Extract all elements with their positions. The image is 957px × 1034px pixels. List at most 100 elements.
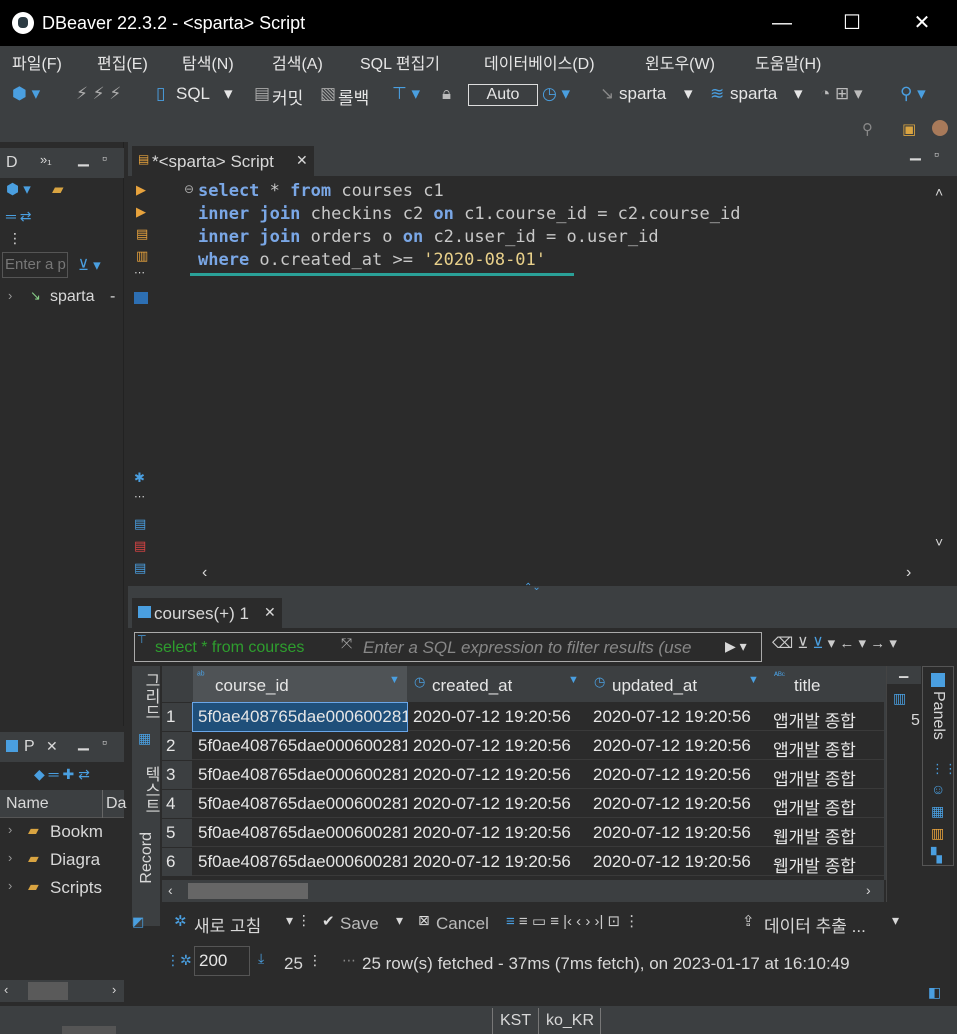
menu-help[interactable]: 도움말(H) xyxy=(755,50,821,74)
column-header-title[interactable]: ᴬᴮᶜ title xyxy=(768,666,884,702)
avatar[interactable] xyxy=(932,120,948,136)
import-icon[interactable]: ▤ xyxy=(134,538,146,554)
menu-edit[interactable]: 편집(E) xyxy=(97,50,148,74)
datasource-dropdown-icon[interactable]: ▾ xyxy=(684,84,693,104)
export-dropdown-icon[interactable]: ▾ xyxy=(892,912,899,929)
scroll-right-icon[interactable]: › xyxy=(112,982,116,997)
transaction-mode-icon[interactable]: ⊤ ▾ xyxy=(392,84,420,104)
row-number[interactable]: 6 xyxy=(162,848,192,876)
row-number[interactable]: 2 xyxy=(162,732,192,760)
sql-code[interactable]: select * from courses c1 inner join check… xyxy=(198,180,740,272)
dashboard-icon[interactable]: ◔ ⊞ ▾ xyxy=(820,84,863,104)
scroll-down-icon[interactable]: ˅ xyxy=(935,534,943,550)
sort-icon[interactable]: ▼ xyxy=(748,674,759,686)
panel-splitter[interactable]: ⌃⌄ xyxy=(128,582,957,594)
table-cell[interactable]: 5f0ae408765dae0006002816 xyxy=(193,848,407,876)
minimize-panel-icon[interactable]: ▁ xyxy=(78,150,89,167)
splitter-arrows-icon[interactable]: ⌃⌄ xyxy=(524,582,541,593)
navigator-tab[interactable]: D xyxy=(6,154,18,172)
panels-tab[interactable]: Panels xyxy=(929,691,947,740)
save-dropdown-icon[interactable]: ▾ xyxy=(396,912,403,929)
row-number[interactable]: 3 xyxy=(162,761,192,789)
scroll-left-icon[interactable]: ‹ xyxy=(168,882,173,898)
close-tab-icon[interactable]: ✕ xyxy=(264,604,276,621)
record-view-tab[interactable]: Record xyxy=(138,832,156,884)
terminal-icon[interactable] xyxy=(134,292,148,304)
table-row[interactable]: 4 5f0ae408765dae0006002817 2020-07-12 19:2… xyxy=(162,790,884,818)
expand-chevron-icon[interactable]: › xyxy=(8,822,12,837)
search-toolbar-icon[interactable]: ⚲ ▾ xyxy=(900,84,926,104)
explain-icon[interactable]: ▥ xyxy=(136,248,148,264)
menu-window[interactable]: 윈도우(W) xyxy=(645,50,715,74)
connect-icon[interactable]: ⚡ ⚡ ⚡ xyxy=(76,84,121,104)
execute-icon[interactable]: ▶ xyxy=(136,182,146,198)
minimize-editor-icon[interactable]: ▁ xyxy=(910,144,921,161)
schema-dropdown-icon[interactable]: ▾ xyxy=(794,84,803,104)
navigator-tab-overflow[interactable]: »₁ xyxy=(40,152,52,167)
table-cell[interactable]: 5f0ae408765dae0006002816 xyxy=(193,819,407,847)
new-connection-icon[interactable]: ⬢ ▾ xyxy=(6,180,31,198)
editor-hscroll[interactable]: ‹ › xyxy=(196,562,927,586)
table-row[interactable]: 1 5f0ae408765dae0006002817 2020-07-12 19:2… xyxy=(162,702,884,732)
expand-chevron-icon[interactable]: › xyxy=(8,288,12,303)
grid-view-tab[interactable]: 그리드 xyxy=(138,672,162,720)
table-cell[interactable]: 2020-07-12 19:20:56 xyxy=(408,790,586,818)
table-cell[interactable]: 앱개발 종합 xyxy=(768,761,884,789)
menu-file[interactable]: 파일(F) xyxy=(12,50,62,74)
table-cell[interactable]: 2020-07-12 19:20:56 xyxy=(588,790,766,818)
menu-search[interactable]: 검색(A) xyxy=(272,50,323,74)
auto-commit-button[interactable]: Auto xyxy=(468,84,538,106)
minimize-panel-icon[interactable]: ▁ xyxy=(899,664,908,678)
code-line[interactable]: inner join orders o on c2.user_id = o.us… xyxy=(198,226,740,249)
metadata-icon[interactable]: ⋮⋮ xyxy=(931,761,957,777)
close-tab-icon[interactable]: ✕ xyxy=(46,738,58,755)
code-line[interactable]: where o.created_at >= '2020-08-01' xyxy=(198,249,740,272)
expand-chevron-icon[interactable]: › xyxy=(8,878,12,893)
column-header-created-at[interactable]: ◷ created_at ▼ xyxy=(408,666,586,702)
history-icon[interactable]: ◷ ▾ xyxy=(542,84,570,104)
editor-tab[interactable]: ▤ *<sparta> Script ✕ xyxy=(132,146,314,176)
row-number[interactable]: 4 xyxy=(162,790,192,818)
table-cell[interactable]: 2020-07-12 19:20:56 xyxy=(408,732,586,760)
scroll-left-icon[interactable]: ‹ xyxy=(202,564,207,582)
calc-icon[interactable]: ▦ xyxy=(931,803,944,820)
table-row[interactable]: 3 5f0ae408765dae0006002817 2020-07-12 19:2… xyxy=(162,761,884,789)
table-cell[interactable]: 5f0ae408765dae0006002817 xyxy=(193,790,407,818)
project-item-scripts[interactable]: Scripts xyxy=(50,878,102,898)
cancel-button[interactable]: Cancel xyxy=(436,914,489,934)
layout-icon[interactable]: ◧ xyxy=(928,984,941,1001)
table-cell[interactable]: 웹개발 종합 xyxy=(768,848,884,876)
perspective-icon[interactable]: ▣ xyxy=(902,120,916,138)
column-name-header[interactable]: Name xyxy=(6,795,49,813)
apply-filter-icon[interactable]: ▶ ▾ xyxy=(725,638,747,655)
scroll-right-icon[interactable]: › xyxy=(906,564,911,582)
save-button[interactable]: Save xyxy=(340,914,379,934)
menu-navigate[interactable]: 탐색(N) xyxy=(182,50,234,74)
filter-icon[interactable]: ⊻ ▾ xyxy=(78,256,101,274)
chart-icon[interactable]: ▥ xyxy=(931,825,944,842)
more-icon[interactable]: ⋮ xyxy=(308,952,322,969)
maximize-panel-icon[interactable]: ▫ xyxy=(102,150,107,166)
table-cell[interactable]: 2020-07-12 19:20:56 xyxy=(408,761,586,789)
row-number[interactable]: 5 xyxy=(162,819,192,847)
export-icon[interactable]: ▤ xyxy=(134,516,146,532)
column-da-header[interactable]: Da xyxy=(106,795,126,813)
lock-icon[interactable]: 🔒︎ xyxy=(442,84,451,104)
table-cell[interactable]: 앱개발 종합 xyxy=(768,790,884,818)
grid-hscroll[interactable]: ‹ › xyxy=(162,880,884,902)
more-options-icon[interactable]: ⋮ xyxy=(8,230,22,247)
execute-new-tab-icon[interactable]: ▶ xyxy=(136,204,146,220)
search-icon[interactable]: ⚲ xyxy=(862,120,873,138)
execute-script-icon[interactable]: ▤ xyxy=(136,226,148,242)
table-cell[interactable]: 앱개발 종합 xyxy=(768,703,884,731)
more-icon[interactable]: ⋯ xyxy=(134,490,145,503)
table-cell[interactable]: 앱개발 종합 xyxy=(768,732,884,760)
value-panel-icon[interactable]: ▥ xyxy=(893,690,906,707)
column-header-course-id[interactable]: ᵃᵇ course_id ▼ xyxy=(193,666,407,702)
sort-icon[interactable]: ▼ xyxy=(389,674,400,686)
commit-button[interactable]: 커밋 xyxy=(272,84,303,109)
expand-filter-icon[interactable]: ⤧ xyxy=(341,635,352,652)
rollback-button[interactable]: 롤백 xyxy=(338,84,369,109)
table-cell[interactable]: 5f0ae408765dae0006002817 xyxy=(193,761,407,789)
scroll-right-icon[interactable]: › xyxy=(866,882,871,898)
